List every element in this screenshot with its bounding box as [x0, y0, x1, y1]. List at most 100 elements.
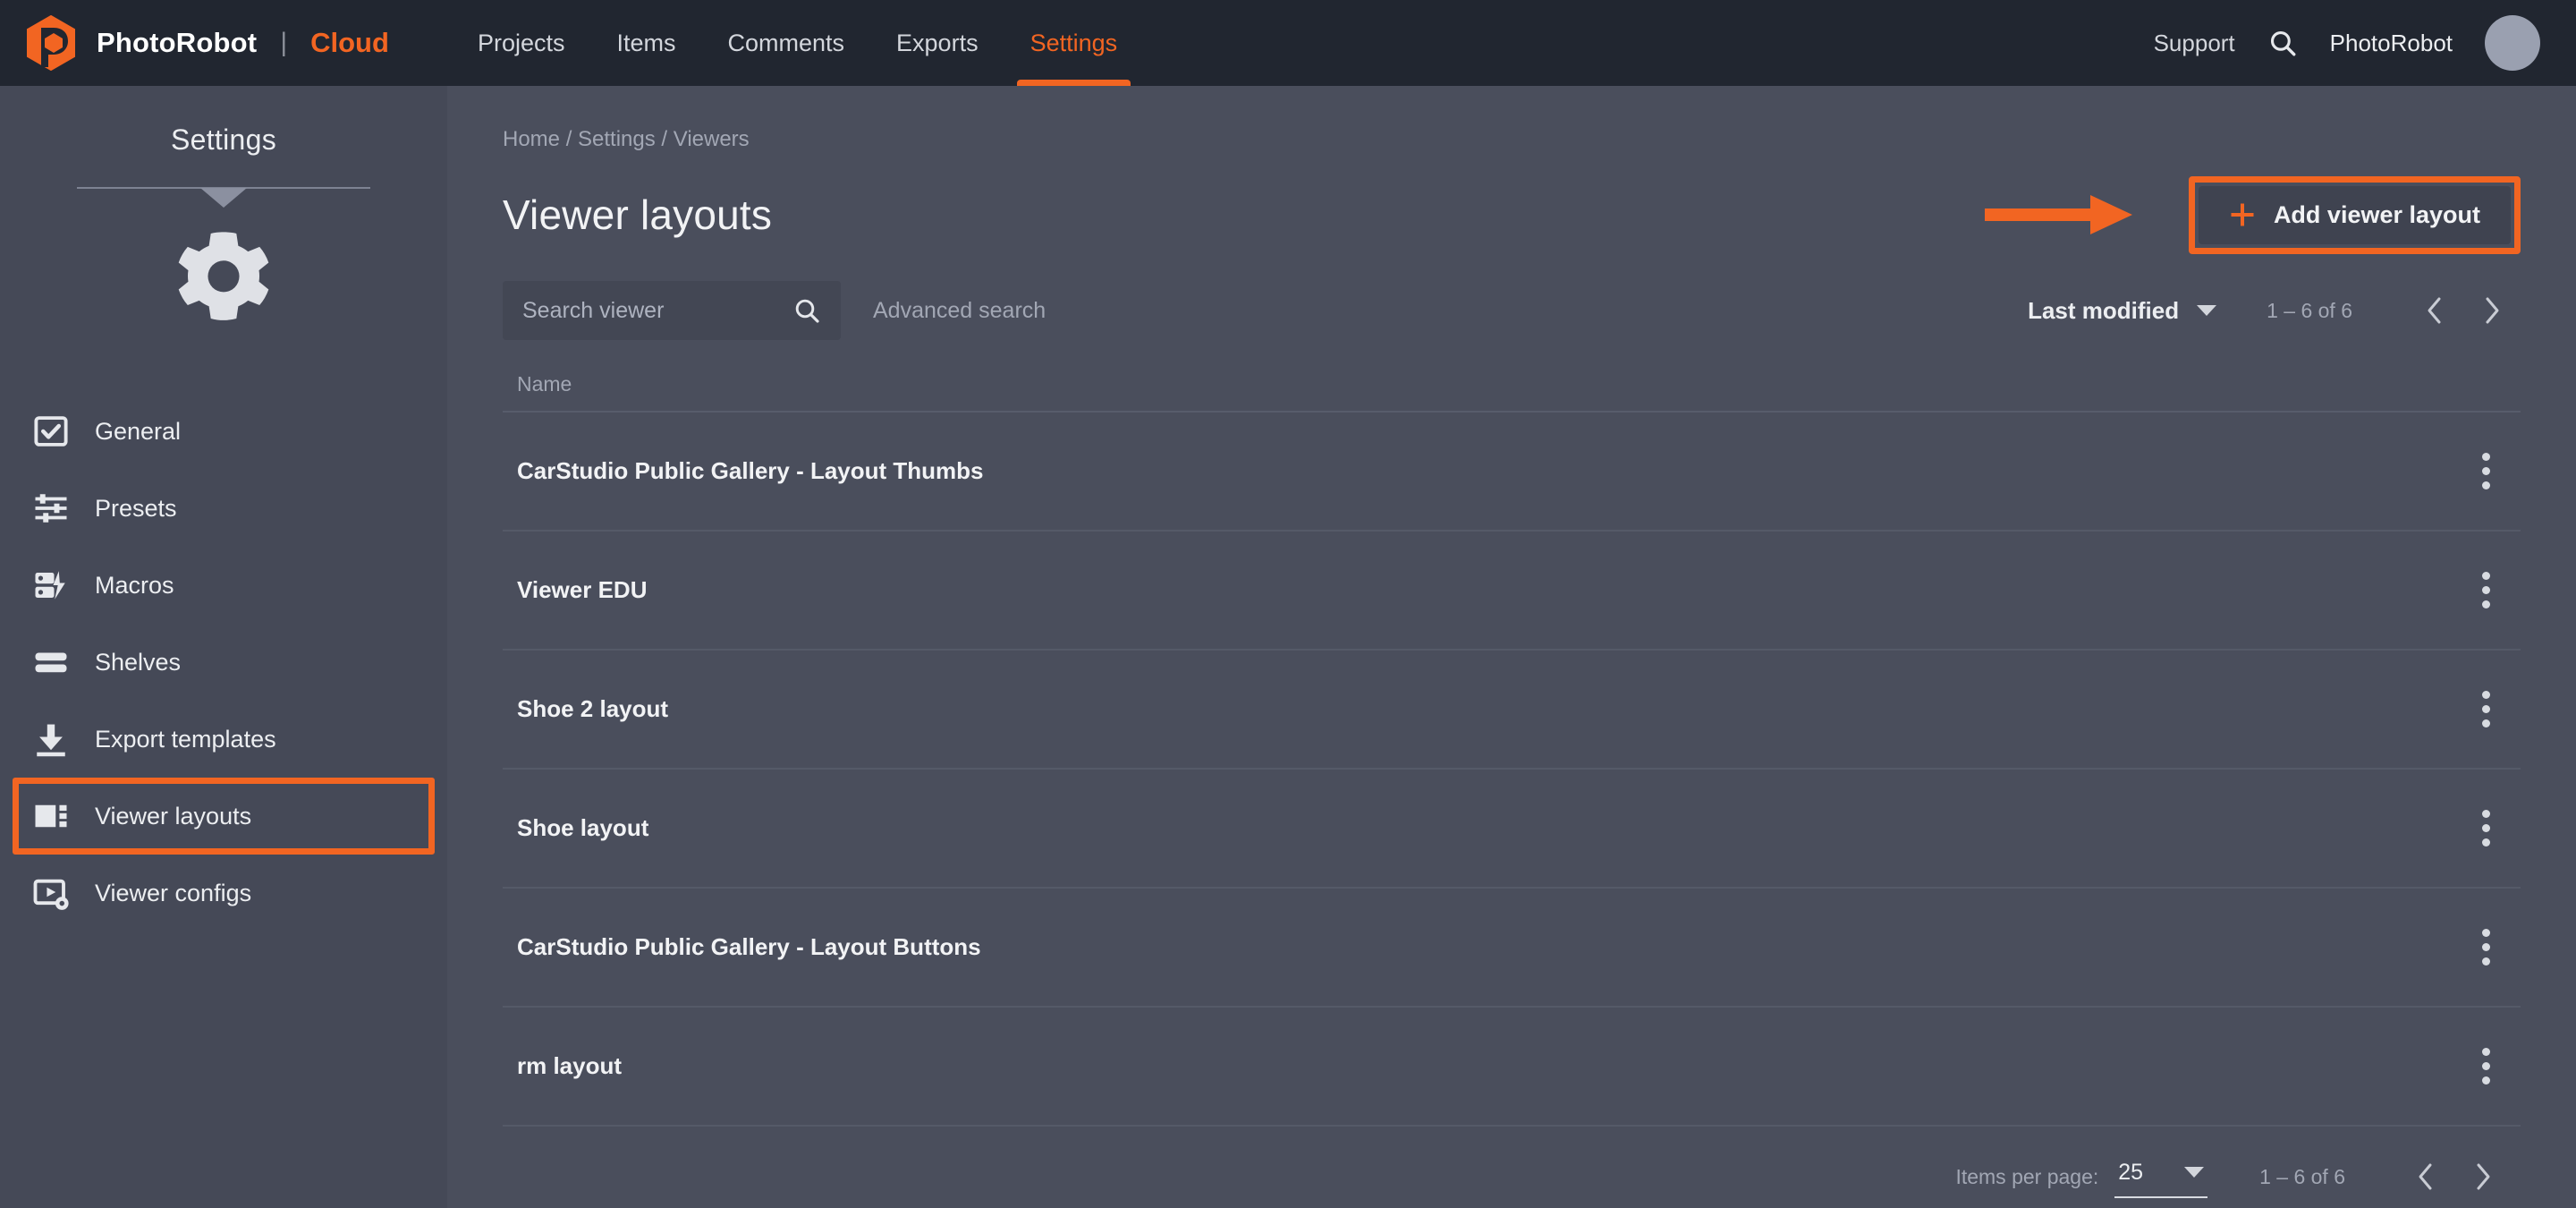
table-footer-pagination: Items per page: 25 1 – 6 of 6 [503, 1127, 2521, 1208]
nav-item-projects[interactable]: Projects [452, 0, 591, 86]
sidebar-item-export-templates[interactable]: Export templates [0, 701, 447, 778]
chevron-right-icon [2471, 1161, 2495, 1192]
sidebar-item-macros[interactable]: Macros [0, 547, 447, 624]
sidebar-title: Settings [0, 123, 447, 157]
table-row[interactable]: CarStudio Public Gallery - Layout Thumbs [503, 413, 2521, 532]
nav-item-comments[interactable]: Comments [702, 0, 871, 86]
sidebar-item-presets[interactable]: Presets [0, 470, 447, 547]
top-navigation-bar: PhotoRobot | Cloud Projects Items Commen… [0, 0, 2576, 86]
row-name: Shoe layout [517, 814, 648, 842]
chevron-right-icon [2480, 295, 2504, 326]
brand[interactable]: PhotoRobot | Cloud [25, 15, 389, 71]
add-viewer-layout-wrapper: Add viewer layout [2189, 176, 2521, 254]
caret-down-icon [200, 188, 247, 208]
pagination-range-bottom: 1 – 6 of 6 [2259, 1165, 2345, 1189]
table-row[interactable]: Shoe 2 layout [503, 651, 2521, 770]
nav-item-items[interactable]: Items [590, 0, 701, 86]
sidebar-gear [0, 223, 447, 339]
viewer-layouts-table: Name CarStudio Public Gallery - Layout T… [503, 362, 2521, 1208]
sidebar-item-shelves[interactable]: Shelves [0, 624, 447, 701]
row-more-menu-button[interactable] [2460, 922, 2512, 974]
sort-select-label: Last modified [2028, 297, 2179, 325]
top-right-controls: Support PhotoRobot [2154, 15, 2540, 71]
table-toolbar: Advanced search Last modified 1 – 6 of 6 [503, 276, 2521, 345]
chevron-down-icon [2184, 1167, 2204, 1178]
main-content: Home / Settings / Viewers Viewer layouts [447, 86, 2576, 1208]
table-header-row: Name [503, 362, 2521, 413]
items-per-page-value: 25 [2118, 1160, 2143, 1186]
nav-item-exports[interactable]: Exports [870, 0, 1004, 86]
add-button-label: Add viewer layout [2274, 201, 2480, 229]
row-name: Shoe 2 layout [517, 695, 668, 723]
chevron-left-icon [2423, 295, 2446, 326]
row-name: Viewer EDU [517, 576, 647, 604]
pagination-next-top-button[interactable] [2463, 282, 2521, 339]
search-input[interactable] [522, 298, 784, 324]
settings-sidebar: Settings General [0, 86, 447, 1208]
search-icon[interactable] [2267, 28, 2298, 58]
sort-select[interactable]: Last modified [2028, 297, 2216, 325]
gear-icon [165, 223, 282, 339]
breadcrumb[interactable]: Home / Settings / Viewers [503, 86, 2521, 152]
sidebar-item-label: Shelves [95, 649, 181, 676]
right-arrow-annotation-icon [1985, 188, 2146, 242]
brand-cloud-label: Cloud [310, 27, 389, 59]
table-row[interactable]: rm layout [503, 1008, 2521, 1127]
row-more-menu-button[interactable] [2460, 1041, 2512, 1093]
pagination-range-top: 1 – 6 of 6 [2267, 299, 2352, 323]
main-nav: Projects Items Comments Exports Settings [452, 0, 1143, 86]
search-viewer-box[interactable] [503, 281, 841, 340]
sidebar-menu: General Presets [0, 393, 447, 932]
sidebar-item-label: Viewer layouts [95, 803, 251, 830]
row-more-menu-button[interactable] [2460, 565, 2512, 617]
table-row[interactable]: CarStudio Public Gallery - Layout Button… [503, 889, 2521, 1008]
avatar[interactable] [2485, 15, 2540, 71]
macro-bolt-icon [32, 566, 70, 604]
sidebar-item-viewer-layouts[interactable]: Viewer layouts [0, 778, 447, 855]
row-more-menu-button[interactable] [2460, 684, 2512, 736]
download-icon [32, 720, 70, 758]
sidebar-item-label: Viewer configs [95, 880, 251, 907]
sidebar-divider [77, 187, 370, 210]
add-viewer-layout-button[interactable]: Add viewer layout [2199, 186, 2511, 244]
pagination-prev-top-button[interactable] [2406, 282, 2463, 339]
app-root: PhotoRobot | Cloud Projects Items Commen… [0, 0, 2576, 1208]
chevron-left-icon [2414, 1161, 2437, 1192]
viewer-config-icon [32, 874, 70, 912]
column-header-name: Name [517, 372, 572, 396]
brand-separator: | [280, 28, 287, 58]
plus-icon [2229, 201, 2256, 228]
checkbox-icon [32, 413, 70, 450]
user-name-label[interactable]: PhotoRobot [2330, 30, 2453, 57]
sidebar-item-label: Macros [95, 572, 174, 600]
row-name: CarStudio Public Gallery - Layout Thumbs [517, 457, 984, 485]
sidebar-item-label: Export templates [95, 726, 276, 753]
row-more-menu-button[interactable] [2460, 446, 2512, 498]
layout-icon [32, 797, 70, 835]
photorobot-logo-icon [25, 15, 77, 71]
body: Settings General [0, 86, 2576, 1208]
advanced-search-link[interactable]: Advanced search [873, 298, 1046, 324]
row-name: CarStudio Public Gallery - Layout Button… [517, 933, 981, 961]
support-link[interactable]: Support [2154, 30, 2235, 57]
table-row[interactable]: Viewer EDU [503, 532, 2521, 651]
pagination-prev-bottom-button[interactable] [2397, 1148, 2454, 1205]
sidebar-item-general[interactable]: General [0, 393, 447, 470]
brand-name: PhotoRobot [97, 27, 257, 59]
page-title: Viewer layouts [503, 191, 772, 239]
page-header: Viewer layouts Add viewer [503, 174, 2521, 256]
page-header-actions: Add viewer layout [1985, 176, 2521, 254]
toolbar-right: Last modified 1 – 6 of 6 [2028, 282, 2521, 339]
row-more-menu-button[interactable] [2460, 803, 2512, 855]
nav-item-settings[interactable]: Settings [1004, 0, 1144, 86]
row-name: rm layout [517, 1052, 622, 1080]
items-per-page-label: Items per page: [1955, 1165, 2098, 1189]
table-row[interactable]: Shoe layout [503, 770, 2521, 889]
sidebar-item-viewer-configs[interactable]: Viewer configs [0, 855, 447, 932]
sidebar-item-label: General [95, 418, 181, 446]
sidebar-item-label: Presets [95, 495, 177, 523]
pagination-next-bottom-button[interactable] [2454, 1148, 2512, 1205]
search-icon[interactable] [792, 296, 821, 325]
items-per-page-select[interactable]: 25 [2114, 1156, 2207, 1198]
chevron-down-icon [2197, 305, 2216, 316]
